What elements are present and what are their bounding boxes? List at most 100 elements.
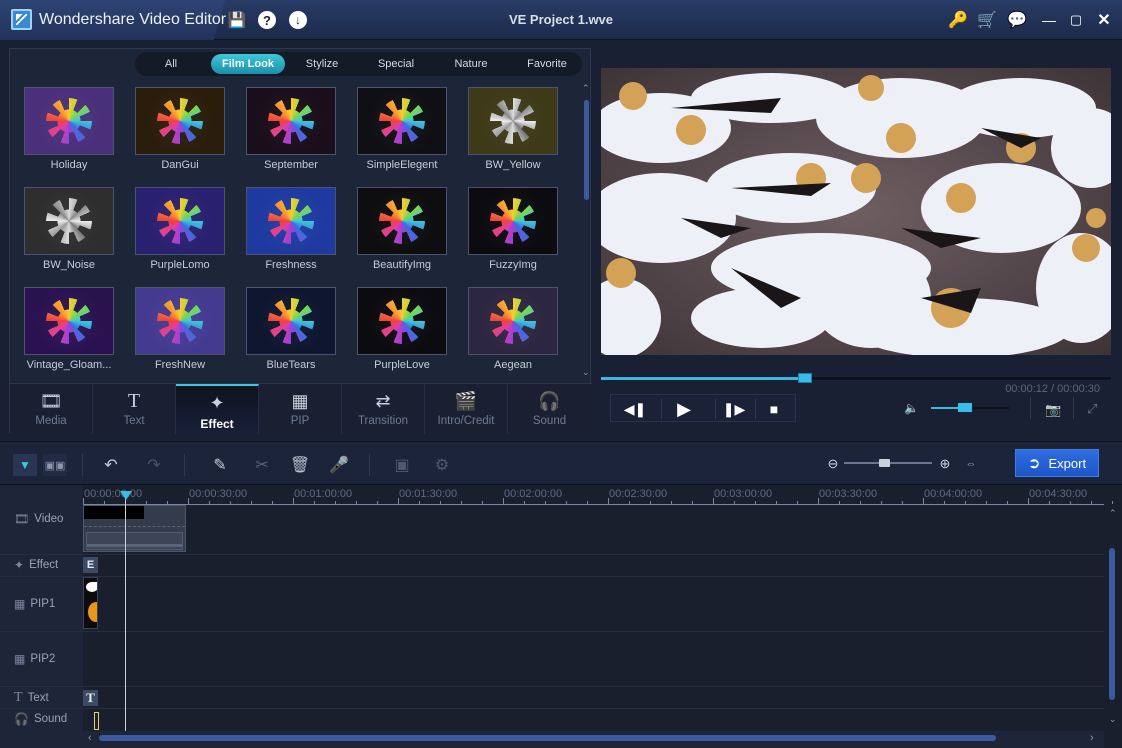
- effect-item[interactable]: BW_Noise: [24, 187, 116, 277]
- stop-button[interactable]: ■: [754, 395, 794, 423]
- close-icon[interactable]: ✕: [1094, 10, 1114, 30]
- tab-effect[interactable]: ✦ Effect: [176, 384, 259, 434]
- effect-item[interactable]: Vintage_Gloam...: [24, 287, 116, 377]
- library-scrollbar[interactable]: ⌃ ⌄: [582, 83, 590, 378]
- timeline-horizontal-scrollbar[interactable]: ‹ ›: [83, 731, 1104, 748]
- fit-timeline-button[interactable]: ⇔: [959, 453, 983, 475]
- effect-item[interactable]: BW_Yellow: [468, 87, 560, 177]
- filter-tab-favorite[interactable]: Favorite: [519, 54, 575, 74]
- maximize-icon[interactable]: ▢: [1066, 10, 1086, 30]
- step-forward-icon: ❚▶: [722, 400, 746, 417]
- intro-credit-icon: 🎬: [454, 390, 478, 411]
- effect-item[interactable]: PurpleLomo: [135, 187, 227, 277]
- volume-slider[interactable]: [931, 403, 1009, 412]
- effect-item[interactable]: PurpleLove: [357, 287, 449, 377]
- filter-tab-film-look[interactable]: Film Look: [211, 54, 285, 74]
- scroll-left-icon[interactable]: ‹: [88, 732, 92, 744]
- redo-button[interactable]: ↷: [142, 454, 166, 476]
- filter-tab-nature[interactable]: Nature: [446, 54, 496, 74]
- track-pip2[interactable]: [83, 632, 1104, 687]
- save-icon[interactable]: 💾: [228, 11, 247, 29]
- clip-settings-icon: ⚙: [434, 457, 450, 474]
- register-key-icon[interactable]: 🔑: [948, 10, 968, 30]
- zoom-in-button[interactable]: ⊕: [933, 453, 957, 475]
- next-frame-button[interactable]: ❚▶: [714, 395, 754, 423]
- effect-item[interactable]: September: [246, 87, 338, 177]
- delete-button[interactable]: 🗑: [288, 454, 312, 476]
- effect-item[interactable]: Freshness: [246, 187, 338, 277]
- effect-item[interactable]: Holiday: [24, 87, 116, 177]
- feedback-chat-icon[interactable]: 💬: [1007, 10, 1027, 30]
- split-button[interactable]: ✂: [250, 454, 274, 476]
- minimize-icon[interactable]: —: [1039, 10, 1059, 30]
- scroll-right-icon[interactable]: ›: [1090, 732, 1094, 744]
- crop-button[interactable]: ▣: [390, 454, 414, 476]
- tab-pip[interactable]: ▦ PIP: [259, 384, 342, 434]
- volume-icon[interactable]: 🔈: [904, 401, 919, 415]
- sound-clip[interactable]: [94, 712, 99, 730]
- tab-intro-credit[interactable]: 🎬 Intro/Credit: [425, 384, 508, 434]
- undo-button[interactable]: ↶: [99, 454, 123, 476]
- tab-transition[interactable]: ⇄ Transition: [342, 384, 425, 434]
- scroll-up-icon[interactable]: ⌃: [582, 83, 590, 94]
- pip-clip[interactable]: [83, 577, 98, 629]
- track-text[interactable]: T: [83, 687, 1104, 709]
- timeline-horizontal-scroll-thumb[interactable]: [99, 735, 996, 741]
- track-effect[interactable]: E: [83, 555, 1104, 577]
- zoom-out-button[interactable]: ⊖: [821, 453, 845, 475]
- timeline: 🎞 Video ✦ Effect ▦ PIP1 ▦ PIP2 T Text 🎧 Sound …: [0, 486, 1122, 748]
- download-icon[interactable]: ↓: [289, 11, 307, 29]
- scroll-down-icon[interactable]: ⌄: [1109, 714, 1117, 725]
- flower-icon: [490, 98, 536, 144]
- timeline-vertical-scrollbar[interactable]: ⌃ ⌄: [1105, 504, 1122, 731]
- play-button[interactable]: ▶: [664, 395, 704, 423]
- effect-thumbnail: [135, 287, 225, 355]
- previous-frame-button[interactable]: ◀❚: [615, 395, 655, 423]
- effect-clip[interactable]: E: [83, 557, 98, 573]
- effect-item[interactable]: DanGui: [135, 87, 227, 177]
- seek-handle[interactable]: [798, 373, 812, 383]
- text-clip[interactable]: T: [83, 690, 98, 706]
- playback-seek-bar[interactable]: [601, 373, 1111, 383]
- effect-item[interactable]: BlueTears: [246, 287, 338, 377]
- record-voiceover-button[interactable]: 🎤: [327, 454, 351, 476]
- export-button[interactable]: ➲ Export: [1015, 449, 1099, 477]
- effect-name: PurpleLomo: [150, 259, 210, 271]
- snapshot-camera-icon[interactable]: 📷: [1045, 402, 1061, 418]
- filter-tab-all[interactable]: All: [153, 54, 189, 74]
- effect-thumbnail: [357, 287, 447, 355]
- help-icon[interactable]: ?: [258, 11, 276, 29]
- timeline-vertical-scroll-thumb[interactable]: [1109, 548, 1115, 700]
- effect-item[interactable]: FuzzyImg: [468, 187, 560, 277]
- effect-item[interactable]: FreshNew: [135, 287, 227, 377]
- export-label: Export: [1048, 455, 1087, 471]
- effect-item[interactable]: BeautifyImg: [357, 187, 449, 277]
- filter-tab-stylize[interactable]: Stylize: [297, 54, 347, 74]
- effect-item[interactable]: SimpleElegent: [357, 87, 449, 177]
- timeline-zoom-handle[interactable]: [878, 459, 890, 467]
- edit-clip-button[interactable]: ✎: [208, 454, 232, 476]
- track-sound[interactable]: [83, 709, 1104, 731]
- tab-media[interactable]: 🎞 Media: [10, 384, 93, 434]
- settings-button[interactable]: ⚙: [430, 454, 454, 476]
- fullscreen-icon[interactable]: ⤢: [1087, 401, 1097, 417]
- effect-item[interactable]: Aegean: [468, 287, 560, 377]
- filter-tab-special[interactable]: Special: [371, 54, 421, 74]
- video-clip[interactable]: [83, 505, 186, 552]
- library-scroll-thumb[interactable]: [584, 100, 589, 200]
- flower-icon: [157, 98, 203, 144]
- storyboard-view-button[interactable]: ▣▣: [43, 454, 67, 476]
- cart-icon[interactable]: 🛒: [977, 10, 997, 30]
- tab-sound[interactable]: 🎧 Sound: [508, 384, 591, 434]
- timeline-view-button[interactable]: ▼: [13, 454, 37, 476]
- filter-tab-bar: All Film Look Stylize Special Nature Fav…: [135, 52, 582, 76]
- track-video[interactable]: [83, 505, 1104, 555]
- volume-handle[interactable]: [957, 403, 972, 412]
- video-preview[interactable]: [601, 68, 1111, 355]
- tab-text[interactable]: T Text: [93, 384, 176, 434]
- scroll-up-icon[interactable]: ⌃: [1109, 508, 1117, 519]
- flower-icon: [379, 298, 425, 344]
- playhead-handle[interactable]: [120, 491, 132, 500]
- scroll-down-icon[interactable]: ⌄: [582, 367, 590, 378]
- track-pip1[interactable]: [83, 577, 1104, 632]
